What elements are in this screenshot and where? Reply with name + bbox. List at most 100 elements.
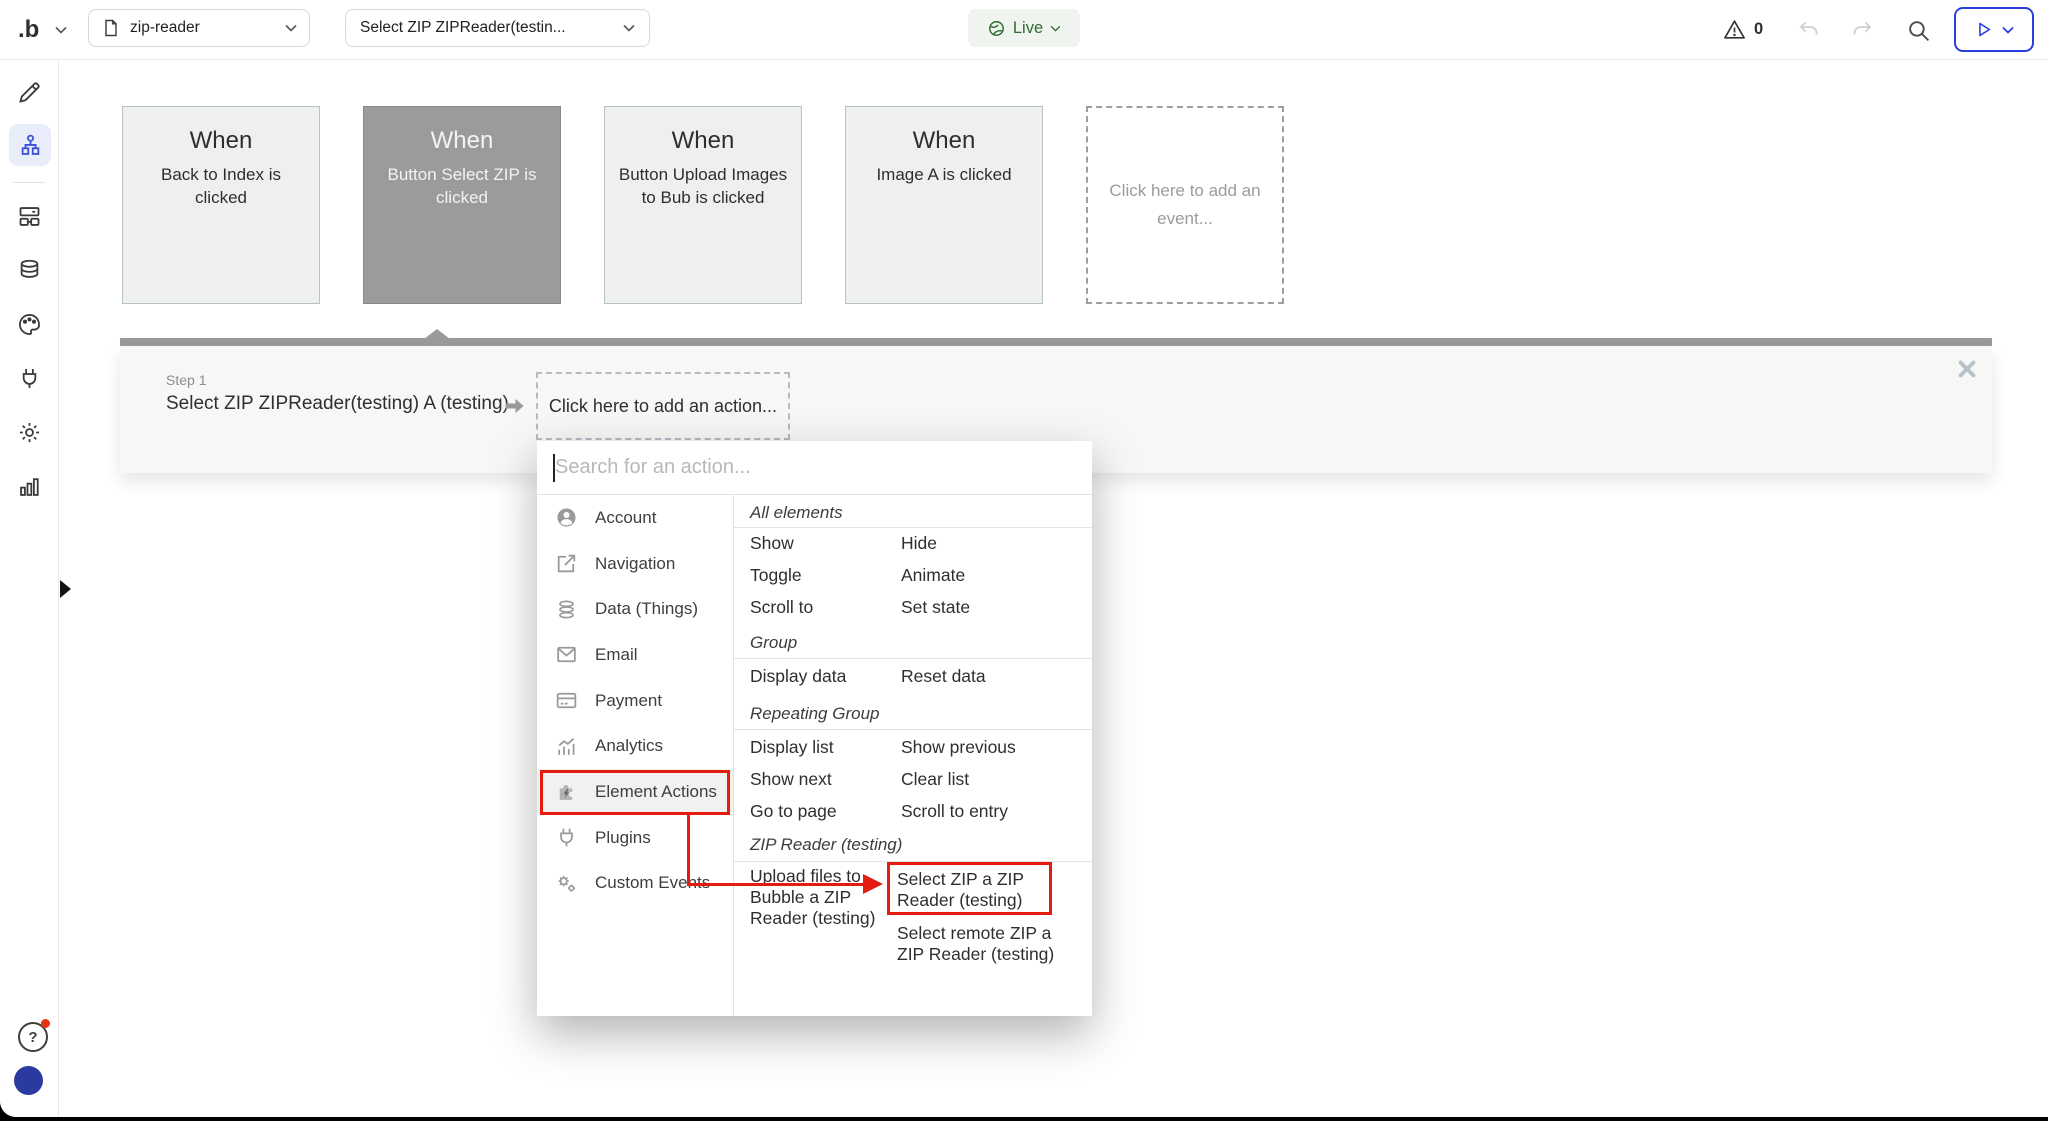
action-item-select-zip[interactable]: Select ZIP a ZIP Reader (testing) [897, 869, 1049, 911]
globe-icon [987, 19, 1006, 38]
action-category-custom-events[interactable]: Custom Events [537, 861, 733, 907]
action-item-go-to-page[interactable]: Go to page [750, 795, 837, 827]
action-item-show-previous[interactable]: Show previous [901, 731, 1016, 763]
chevron-down-icon [623, 24, 635, 32]
action-item-scroll-to[interactable]: Scroll to [750, 591, 813, 623]
event-card-button-select-zip-selected[interactable]: When Button Select ZIP is clicked [363, 106, 561, 304]
bubble-logo[interactable]: .b [18, 0, 39, 60]
event-card-back-to-index[interactable]: When Back to Index is clicked [122, 106, 320, 304]
action-item-set-state[interactable]: Set state [901, 591, 970, 623]
action-item-display-data[interactable]: Display data [750, 660, 846, 692]
logo-chevron-down-icon[interactable] [55, 26, 67, 34]
page-selector-dropdown[interactable]: zip-reader [88, 9, 310, 47]
email-icon [554, 642, 579, 667]
action-item-reset-data[interactable]: Reset data [901, 660, 986, 692]
event-title: When [123, 127, 319, 155]
topbar: .b zip-reader Select ZIP ZIPReader(testi… [0, 0, 2048, 60]
chevron-down-icon [285, 24, 297, 32]
section-divider [734, 861, 1092, 862]
plugin-icon[interactable] [16, 365, 43, 392]
text-caret [553, 454, 555, 482]
logs-icon[interactable] [16, 473, 43, 500]
issues-count: 0 [1754, 20, 1763, 39]
action-item-select-remote-zip[interactable]: Select remote ZIP a ZIP Reader (testing) [897, 923, 1057, 965]
action-list: All elements Show Hide Toggle Animate Sc… [734, 495, 1092, 1016]
action-category-list: Account Navigation Data (Things) Email [537, 495, 733, 906]
action-item-toggle[interactable]: Toggle [750, 559, 802, 591]
action-search-input[interactable] [537, 441, 1092, 494]
event-title: When [364, 127, 560, 155]
action-category-navigation[interactable]: Navigation [537, 541, 733, 587]
file-icon [101, 18, 121, 38]
pencil-icon[interactable] [16, 79, 43, 106]
play-icon [1974, 20, 1993, 39]
action-category-analytics[interactable]: Analytics [537, 723, 733, 769]
plugins-icon [554, 825, 579, 850]
expand-handle[interactable] [60, 580, 71, 598]
environment-selector[interactable]: Live [968, 9, 1080, 47]
action-category-data-things[interactable]: Data (Things) [537, 586, 733, 632]
event-subtitle: Image A is clicked [846, 163, 1042, 186]
event-card-button-upload-images[interactable]: When Button Upload Images to Bub is clic… [604, 106, 802, 304]
support-chat-button[interactable] [14, 1066, 43, 1095]
action-item-show-next[interactable]: Show next [750, 763, 832, 795]
step-number-label: Step 1 [166, 372, 206, 388]
add-action-placeholder[interactable]: Click here to add an action... [536, 372, 790, 440]
sidebar-item-workflow-selected[interactable] [9, 124, 51, 166]
step-title[interactable]: Select ZIP ZIPReader(testing) A (testing… [166, 393, 509, 415]
section-divider [734, 658, 1092, 659]
event-subtitle: Button Upload Images to Bub is clicked [605, 163, 801, 209]
payment-icon [554, 688, 579, 713]
action-category-plugins[interactable]: Plugins [537, 815, 733, 861]
preview-run-button[interactable] [1954, 7, 2034, 52]
data-icon [554, 597, 579, 622]
action-item-clear-list[interactable]: Clear list [901, 763, 969, 795]
account-icon [554, 505, 579, 530]
notification-dot [41, 1019, 50, 1028]
event-title: When [846, 127, 1042, 155]
arrow-right-icon [501, 394, 528, 418]
action-category-payment[interactable]: Payment [537, 678, 733, 724]
action-item-show[interactable]: Show [750, 527, 794, 559]
action-category-account[interactable]: Account [537, 495, 733, 541]
components-icon[interactable] [16, 203, 43, 230]
section-header-repeating-group: Repeating Group [750, 704, 879, 724]
workflow-strip [120, 338, 1992, 346]
event-title: When [605, 127, 801, 155]
event-subtitle: Back to Index is clicked [123, 163, 319, 209]
environment-label: Live [1013, 19, 1043, 38]
app-window: .b zip-reader Select ZIP ZIPReader(testi… [0, 0, 2048, 1121]
custom-events-icon [554, 871, 579, 896]
analytics-icon [554, 734, 579, 759]
section-header-group: Group [750, 633, 797, 653]
action-category-element-actions[interactable]: Element Actions [537, 769, 733, 815]
bubble-editor: .b zip-reader Select ZIP ZIPReader(testi… [0, 0, 2048, 1117]
action-item-scroll-to-entry[interactable]: Scroll to entry [901, 795, 1008, 827]
redo-icon[interactable] [1850, 18, 1874, 42]
add-event-placeholder[interactable]: Click here to add an event... [1086, 106, 1284, 304]
action-item-display-list[interactable]: Display list [750, 731, 834, 763]
settings-icon[interactable] [16, 419, 43, 446]
action-search-row [537, 441, 1092, 495]
event-card-image-a[interactable]: When Image A is clicked [845, 106, 1043, 304]
workflow-selector-dropdown[interactable]: Select ZIP ZIPReader(testin... [345, 9, 650, 47]
close-icon[interactable] [1956, 358, 1978, 380]
styles-icon[interactable] [16, 311, 43, 338]
action-menu: Account Navigation Data (Things) Email [537, 441, 1092, 1016]
search-icon[interactable] [1906, 18, 1931, 43]
issues-indicator[interactable]: 0 [1722, 17, 1763, 42]
page-selector-value: zip-reader [130, 19, 200, 37]
workflow-icon [17, 132, 44, 159]
action-category-email[interactable]: Email [537, 632, 733, 678]
undo-icon[interactable] [1797, 18, 1821, 42]
action-item-animate[interactable]: Animate [901, 559, 965, 591]
element-actions-icon [554, 779, 579, 804]
action-item-hide[interactable]: Hide [901, 527, 937, 559]
database-icon[interactable] [16, 257, 43, 284]
section-header-zip-reader: ZIP Reader (testing) [750, 835, 902, 855]
action-item-upload-files-to-bubble[interactable]: Upload files to Bubble a ZIP Reader (tes… [750, 866, 897, 929]
section-header-all-elements: All elements [750, 503, 843, 523]
warning-icon [1722, 17, 1747, 42]
chevron-down-icon [2002, 26, 2014, 34]
navigation-icon [554, 551, 579, 576]
